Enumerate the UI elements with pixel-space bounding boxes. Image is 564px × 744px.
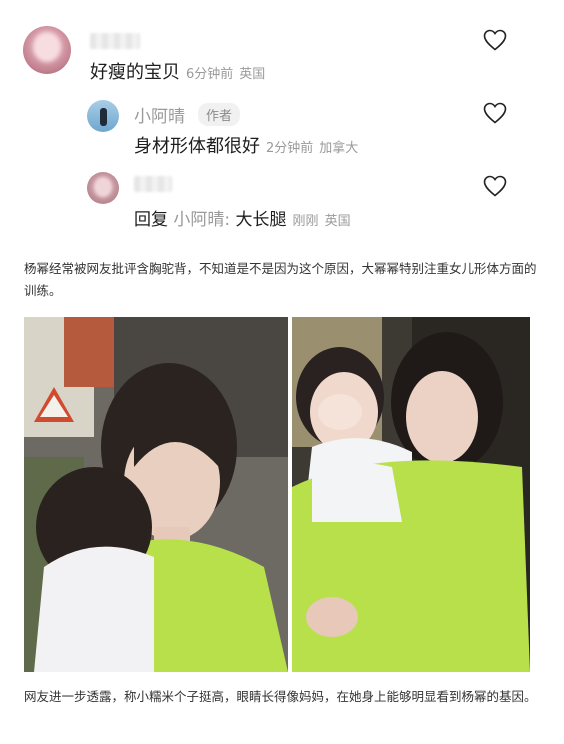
comment-time: 6分钟前 <box>186 67 234 82</box>
comment-time: 刚刚 <box>292 214 319 229</box>
comment-2: 小阿晴 作者 身材形体都很好 2分钟前 加拿大 <box>0 90 564 160</box>
photo-left <box>24 317 288 672</box>
comment-text: 好瘦的宝贝 6分钟前 英国 <box>90 58 265 84</box>
author-name[interactable]: 小阿晴 <box>134 102 185 127</box>
avatar[interactable] <box>87 172 119 204</box>
photo-right <box>292 317 530 672</box>
comment-1: 好瘦的宝贝 6分钟前 英国 <box>0 0 564 90</box>
comment-location: 英国 <box>324 214 351 229</box>
reply-label: 回复 <box>134 210 168 230</box>
heart-outline-icon[interactable] <box>483 175 507 197</box>
commenter-name-blurred[interactable] <box>90 33 140 49</box>
author-badge: 作者 <box>198 103 241 126</box>
comment-time: 2分钟前 <box>266 141 314 156</box>
comment-3: 回复 小阿晴: 大长腿 刚刚 英国 <box>0 160 564 235</box>
article-paragraph-1: 杨幂经常被网友批评含胸驼背，不知道是不是因为这个原因，大幂幂特别注重女儿形体方面… <box>24 261 537 298</box>
comment-body: 身材形体都很好 <box>134 136 260 157</box>
comment-text: 身材形体都很好 2分钟前 加拿大 <box>134 132 358 158</box>
comment-location: 加拿大 <box>319 141 359 156</box>
heart-outline-icon[interactable] <box>483 102 507 124</box>
author-avatar[interactable] <box>87 100 119 132</box>
commenter-name-blurred[interactable] <box>134 176 172 192</box>
reply-to-name[interactable]: 小阿晴: <box>173 210 230 230</box>
avatar[interactable] <box>23 26 71 74</box>
comment-text: 回复 小阿晴: 大长腿 刚刚 英国 <box>134 205 351 230</box>
comment-body: 大长腿 <box>235 210 287 230</box>
heart-outline-icon[interactable] <box>483 29 507 51</box>
article-paragraph-2: 网友进一步透露，称小糯米个子挺高，眼睛长得像妈妈，在她身上能够明显看到杨幂的基因… <box>24 689 537 704</box>
comment-body: 好瘦的宝贝 <box>90 62 180 83</box>
comment-location: 英国 <box>239 67 266 82</box>
